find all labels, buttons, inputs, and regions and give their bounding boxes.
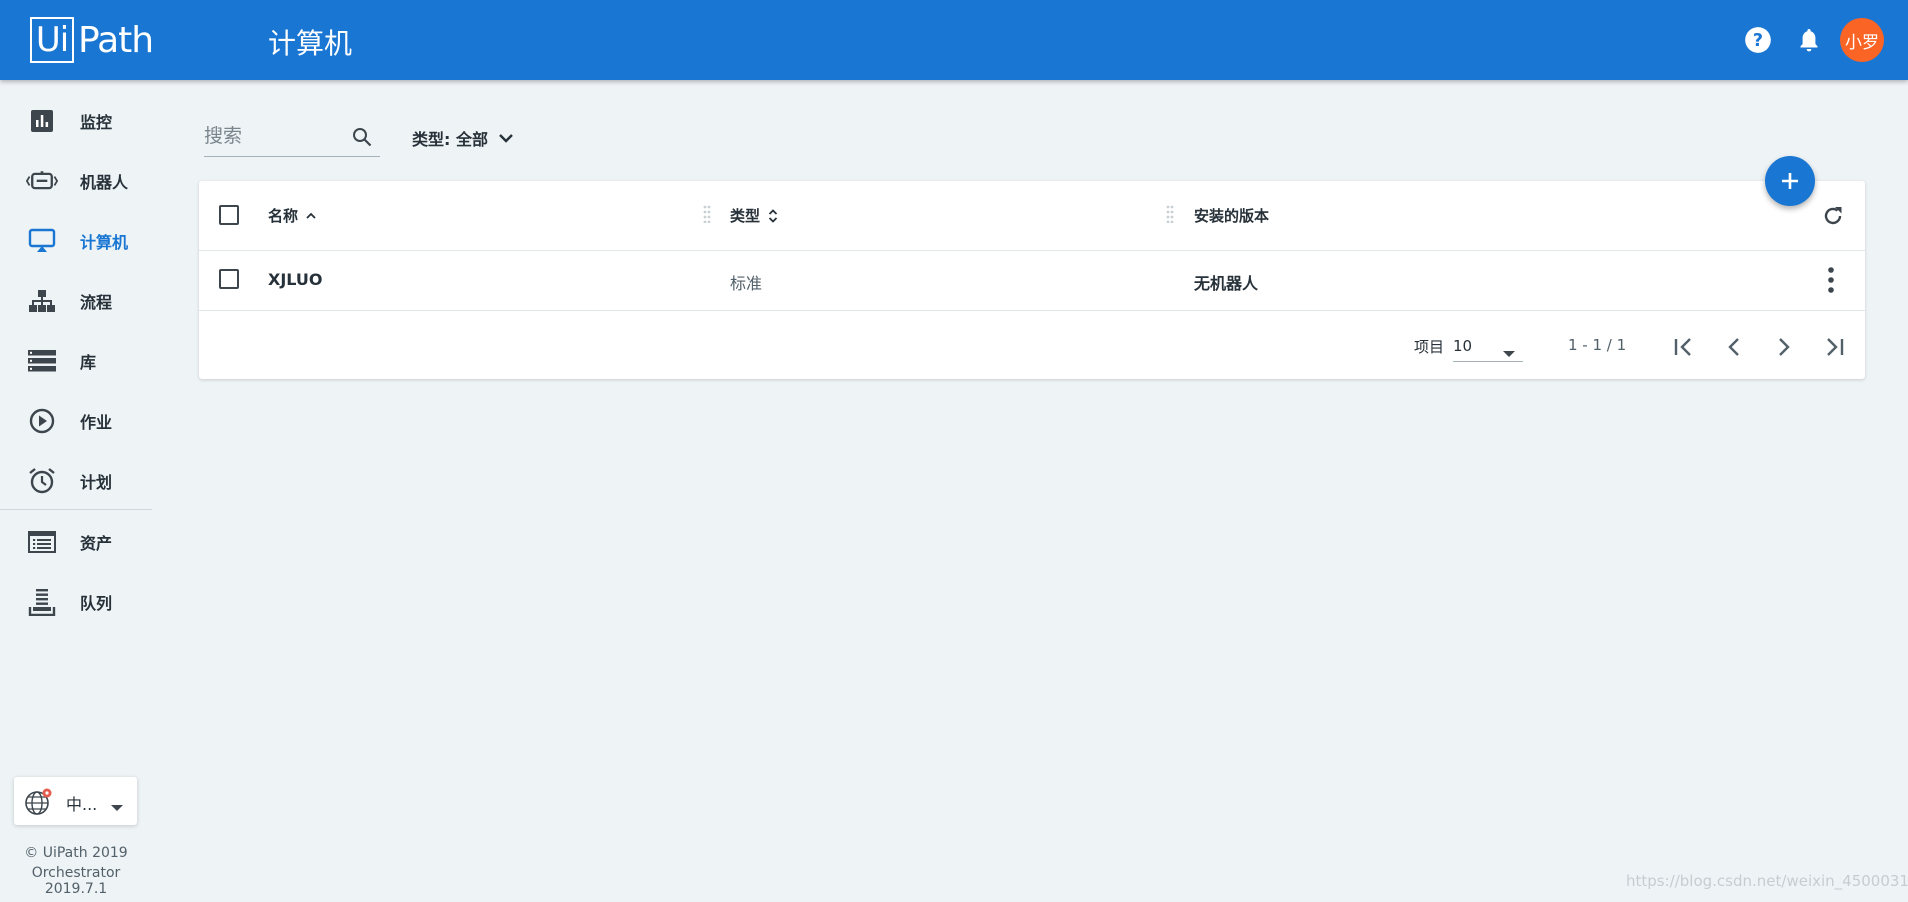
sidebar-nav: 监控 机器人 计算机 流程 库 作业 计划 资产 队列 中... © UiPat… [0,80,152,902]
top-app-bar: Ui Path 计算机 ? 小罗 [0,0,1908,80]
list-box-icon [26,526,58,558]
page-size-select[interactable]: 10 [1453,331,1523,362]
logo-ui-box: Ui [30,17,74,63]
column-resize-handle[interactable] [1166,205,1174,224]
logo-path-text: Path [78,19,154,61]
sidebar-item-label: 资产 [80,534,113,553]
installed-version: 无机器人 [1194,274,1259,293]
column-header-label: 安装的版本 [1194,207,1270,225]
bar-chart-icon [26,105,58,137]
watermark-text: https://blog.csdn.net/weixin_45000314 [1626,872,1908,890]
sidebar-item-label: 流程 [80,293,113,312]
type-filter-label: 类型: 全部 [412,130,488,149]
sidebar-item-schedules[interactable]: 计划 [0,451,152,511]
globe-icon [24,787,54,821]
next-page-icon[interactable] [1769,332,1799,362]
page-title: 计算机 [268,27,353,60]
robot-icon [26,165,58,197]
language-label: 中... [66,795,98,814]
caret-down-icon [1503,343,1515,362]
sidebar-item-label: 机器人 [80,173,129,192]
uipath-logo[interactable]: Ui Path [30,15,154,65]
language-select[interactable]: 中... [14,777,137,825]
copyright-text: © UiPath 2019 [24,845,128,861]
column-resize-handle[interactable] [703,205,711,224]
column-header-type[interactable]: 类型 [730,205,778,226]
sidebar-item-label: 队列 [80,594,113,613]
column-header-label: 类型 [730,207,761,225]
machine-type: 标准 [730,274,763,293]
page-size-value: 10 [1453,337,1473,355]
refresh-icon[interactable] [1821,204,1845,232]
sidebar-item-libraries[interactable]: 库 [0,331,152,391]
help-circle-icon[interactable]: ? [1742,24,1774,56]
version-text: Orchestrator 2019.7.1 [31,865,121,897]
row-checkbox[interactable] [219,269,239,289]
machine-name: XJLUO [268,270,323,289]
sidebar-divider [0,509,152,510]
table-row[interactable]: XJLUO 标准 无机器人 [199,251,1865,310]
search-input[interactable] [204,118,344,154]
sidebar-item-monitoring[interactable]: 监控 [0,91,152,151]
monitor-icon [26,225,58,257]
column-header-version[interactable]: 安装的版本 [1194,205,1269,226]
sidebar-item-processes[interactable]: 流程 [0,271,152,331]
sidebar-item-jobs[interactable]: 作业 [0,391,152,451]
type-filter-dropdown[interactable]: 类型: 全部 [412,126,514,150]
sidebar-item-label: 作业 [80,413,113,432]
more-vert-icon[interactable] [1827,267,1835,297]
queue-icon [26,586,58,618]
search-icon[interactable] [352,127,372,151]
user-avatar[interactable]: 小罗 [1840,18,1884,62]
sidebar-item-label: 库 [80,353,97,372]
search-box [204,118,380,157]
play-circle-icon [26,405,58,437]
sidebar-item-robots[interactable]: 机器人 [0,151,152,211]
select-all-checkbox[interactable] [219,205,239,225]
items-per-page-label: 项目 [1414,338,1445,356]
last-page-icon[interactable] [1819,332,1849,362]
row-divider [199,310,1865,311]
storage-icon [26,345,58,377]
machines-table: 名称 类型 安装的版本 XJLUO 标准 无机器人 项目 10 1 - 1 / … [199,181,1865,379]
sidebar-item-label: 计算机 [80,233,129,252]
column-header-name[interactable]: 名称 [268,205,316,226]
bell-icon[interactable] [1793,24,1825,56]
sidebar-item-queues[interactable]: 队列 [0,572,152,632]
plus-icon [1780,171,1800,191]
sidebar-item-assets[interactable]: 资产 [0,512,152,572]
sidebar-item-machines[interactable]: 计算机 [0,211,152,271]
sitemap-icon [26,285,58,317]
sort-ascending-icon [306,212,316,220]
first-page-icon[interactable] [1669,332,1699,362]
previous-page-icon[interactable] [1719,332,1749,362]
caret-down-icon [110,797,124,816]
alarm-clock-icon [26,465,58,497]
svg-text:?: ? [1753,31,1763,51]
page-range: 1 - 1 / 1 [1568,336,1627,354]
sidebar-item-label: 计划 [80,473,113,492]
chevron-down-icon [498,133,514,143]
sort-unsorted-icon [768,208,778,223]
sidebar-item-label: 监控 [80,113,113,132]
column-header-label: 名称 [268,207,299,225]
add-machine-button[interactable] [1765,156,1815,206]
